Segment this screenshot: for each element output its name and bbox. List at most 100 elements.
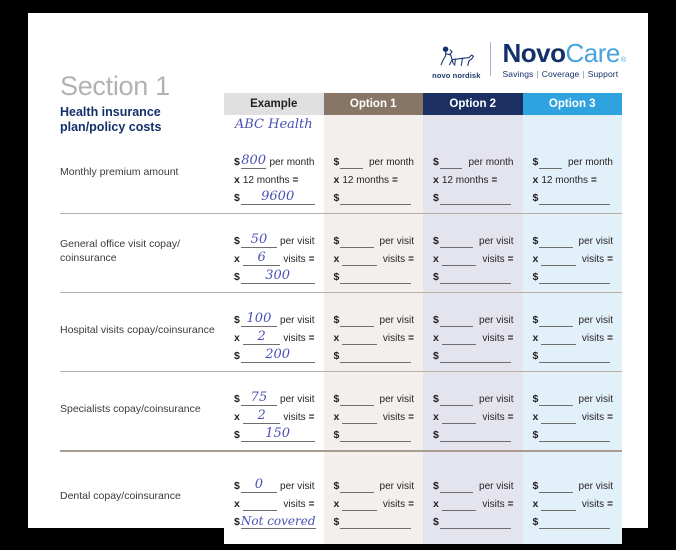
option2-total-input[interactable]: [439, 350, 511, 363]
equals-symbol: =: [607, 333, 613, 344]
option2-rate-input[interactable]: [439, 393, 474, 406]
option1-cell[interactable]: $ per visit x visits = $: [323, 379, 423, 450]
option3-rate-input[interactable]: [539, 235, 573, 248]
option2-cell[interactable]: $ per visit x visits = $: [423, 466, 523, 537]
option1-rate-input[interactable]: [340, 156, 363, 169]
option3-total-input[interactable]: [539, 516, 610, 529]
option1-cell[interactable]: $ per visit x visits = $: [323, 300, 423, 371]
option3-qty-input[interactable]: [541, 332, 576, 345]
row-label-cell: Specialists copay/coinsurance: [60, 379, 224, 450]
option1-rate-input[interactable]: [340, 480, 374, 493]
unit-label: per visit: [479, 236, 514, 247]
option1-rate-input[interactable]: [340, 235, 374, 248]
option1-total-input[interactable]: [340, 429, 411, 442]
option2-rate-input[interactable]: [439, 314, 474, 327]
qty-label: visits: [283, 254, 306, 265]
example-plan-name-cell: ABC Health: [224, 115, 324, 142]
dollar-sign: $: [234, 235, 240, 247]
times-symbol: x: [234, 332, 240, 344]
qty-label: visits: [581, 412, 605, 423]
option2-total-input[interactable]: [439, 429, 511, 442]
times-symbol: x: [234, 174, 240, 186]
row-label-cell: Hospital visits copay/coinsurance: [60, 300, 224, 371]
option3-total-input[interactable]: [539, 192, 610, 205]
option2-plan-name-cell[interactable]: [423, 115, 523, 142]
option2-cell[interactable]: $ per visit x visits = $: [423, 379, 523, 450]
dollar-sign: $: [433, 271, 439, 283]
unit-label: per visit: [379, 394, 414, 405]
equals-symbol: =: [507, 412, 514, 423]
dollar-sign: $: [234, 350, 240, 362]
option3-qty-input[interactable]: [541, 253, 576, 266]
equals-symbol: =: [607, 412, 613, 423]
qty-label: visits: [283, 333, 306, 344]
option1-cell[interactable]: $ per month x 12 months = $: [323, 142, 423, 213]
option2-cell[interactable]: $ per month x 12 months = $: [423, 142, 523, 213]
option2-qty-input[interactable]: [441, 253, 477, 266]
option3-rate-input[interactable]: [539, 314, 573, 327]
option3-total-input[interactable]: [539, 350, 610, 363]
option3-qty-input[interactable]: [541, 411, 576, 424]
unit-label: per visit: [578, 481, 613, 492]
equals-symbol: =: [408, 499, 414, 510]
option2-qty-input[interactable]: [441, 332, 477, 345]
unit-label: per visit: [479, 481, 514, 492]
equals-symbol: =: [607, 254, 613, 265]
option3-cell[interactable]: $ per visit x visits = $: [522, 221, 622, 292]
option2-total-input[interactable]: [439, 271, 511, 284]
option2-rate-input[interactable]: [439, 235, 474, 248]
tagline-savings: Savings: [502, 68, 534, 79]
dollar-sign: $: [433, 314, 439, 326]
option3-cell[interactable]: $ per visit x visits = $: [522, 300, 622, 371]
option1-cell[interactable]: $ per visit x visits = $: [323, 221, 423, 292]
option1-plan-name-cell[interactable]: [323, 115, 423, 142]
option3-cell[interactable]: $ per month x 12 months = $: [522, 142, 622, 213]
option2-total-input[interactable]: [439, 516, 511, 529]
option1-total-input[interactable]: [340, 271, 411, 284]
header-cell-label: [60, 93, 224, 115]
qty-label: visits: [581, 499, 605, 510]
option1-qty-input[interactable]: [342, 332, 377, 345]
option3-total-input[interactable]: [539, 271, 610, 284]
option2-total-input[interactable]: [439, 192, 511, 205]
qty-label: visits: [382, 254, 406, 265]
unit-label: per visit: [280, 481, 315, 492]
option2-cell[interactable]: $ per visit x visits = $: [423, 300, 523, 371]
option3-cell[interactable]: $ per visit x visits = $: [522, 379, 622, 450]
option3-rate-input[interactable]: [539, 156, 562, 169]
equals-symbol: =: [308, 254, 315, 265]
option3-total-input[interactable]: [539, 429, 610, 442]
option1-qty-input[interactable]: [342, 411, 377, 424]
dollar-sign: $: [433, 480, 439, 492]
novocare-wordmark: Novo Care ® Savings | Coverage | Support: [502, 40, 626, 79]
option1-total-input[interactable]: [340, 516, 411, 529]
plan-name-row: ABC Health: [60, 115, 622, 142]
option2-rate-input[interactable]: [439, 480, 474, 493]
option2-cell[interactable]: $ per visit x visits = $: [423, 221, 523, 292]
option1-qty-input[interactable]: [342, 253, 377, 266]
times-symbol: x: [433, 332, 439, 344]
example-total-value: 9600: [240, 190, 315, 205]
option1-rate-input[interactable]: [340, 314, 374, 327]
option3-plan-name-cell[interactable]: [522, 115, 622, 142]
option2-qty-input[interactable]: [441, 498, 477, 511]
option3-qty-input[interactable]: [541, 498, 576, 511]
option3-rate-input[interactable]: [539, 480, 573, 493]
option1-total-input[interactable]: [340, 350, 411, 363]
equals-symbol: =: [507, 254, 514, 265]
example-total-value: 300: [240, 269, 315, 284]
equals-symbol: =: [408, 333, 414, 344]
option3-cell[interactable]: $ per visit x visits = $: [522, 466, 622, 537]
dollar-sign: $: [433, 393, 439, 405]
option2-qty-input[interactable]: [441, 411, 477, 424]
row-label-general-office-visit: General office visit copay/ coinsurance: [60, 238, 181, 264]
option1-total-input[interactable]: [340, 192, 411, 205]
qty-label: visits: [482, 499, 505, 510]
option1-qty-input[interactable]: [342, 498, 377, 511]
option2-rate-input[interactable]: [439, 156, 463, 169]
apis-bull-icon: [440, 46, 475, 66]
option1-cell[interactable]: $ per visit x visits = $: [323, 466, 423, 537]
option1-rate-input[interactable]: [340, 393, 374, 406]
qty-label: visits: [482, 412, 505, 423]
option3-rate-input[interactable]: [539, 393, 573, 406]
